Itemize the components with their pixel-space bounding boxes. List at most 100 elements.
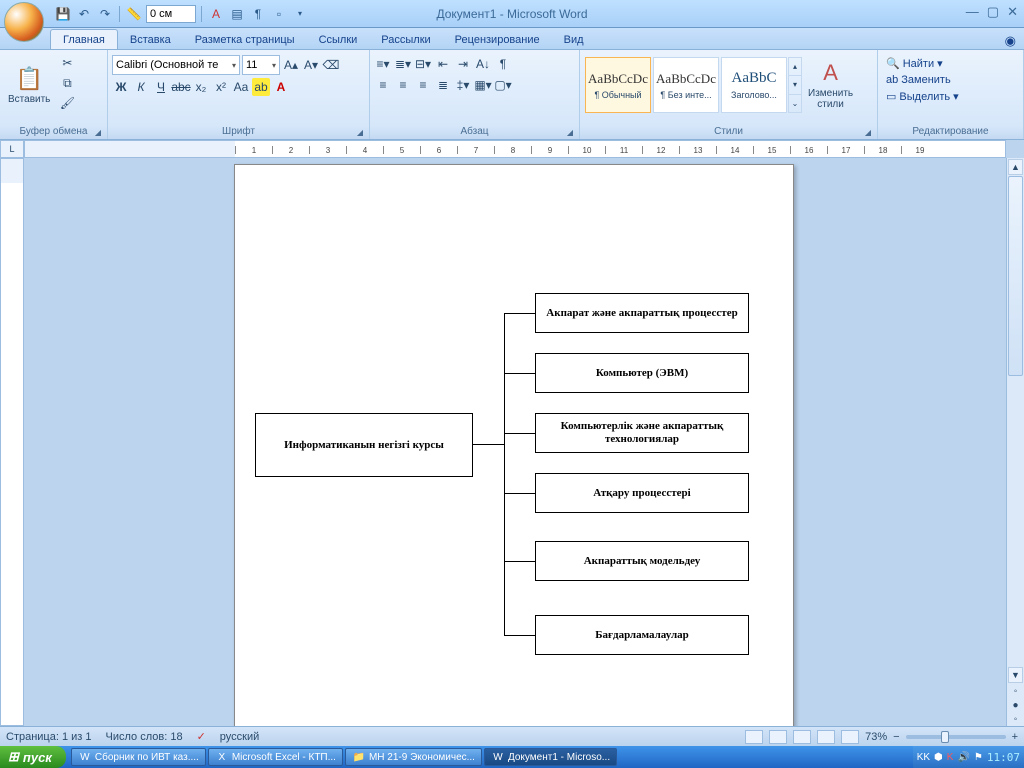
style-heading[interactable]: AaBbCЗаголово...	[721, 57, 787, 113]
ruler-corner[interactable]: L	[0, 140, 24, 158]
view-print-layout[interactable]	[745, 730, 763, 744]
change-styles-button[interactable]: A Изменить стили	[804, 52, 857, 118]
scroll-track[interactable]	[1007, 176, 1024, 666]
align-right-icon[interactable]: ≡	[414, 76, 432, 94]
style-nospacing[interactable]: AaBbCcDc¶ Без инте...	[653, 57, 719, 113]
superscript-button[interactable]: x²	[212, 78, 230, 96]
browse-object-icon[interactable]: ●	[1007, 698, 1024, 712]
tray-icon[interactable]: ⬢	[934, 752, 943, 763]
show-marks-icon[interactable]: ¶	[494, 55, 512, 73]
zoom-value[interactable]: 73%	[865, 731, 887, 743]
taskbar-item-1[interactable]: WСборник по ИВТ каз....	[71, 748, 206, 766]
zoom-thumb[interactable]	[941, 731, 949, 743]
minimize-button[interactable]: —	[966, 4, 979, 20]
diagram-child-2[interactable]: Компьютер (ЭВМ)	[535, 353, 749, 393]
launcher-icon[interactable]: ◢	[95, 128, 101, 137]
diagram-root[interactable]: Информатиканын негізгі курсы	[255, 413, 473, 477]
align-left-icon[interactable]: ≡	[374, 76, 392, 94]
bold-button[interactable]: Ж	[112, 78, 130, 96]
cut-icon[interactable]: ✂	[58, 54, 76, 72]
lang-indicator[interactable]: KK	[917, 752, 930, 763]
redo-icon[interactable]: ↷	[96, 5, 114, 23]
diagram-child-4[interactable]: Атқару процесстері	[535, 473, 749, 513]
tab-references[interactable]: Ссылки	[307, 30, 370, 49]
tab-view[interactable]: Вид	[552, 30, 596, 49]
sort-icon[interactable]: A↓	[474, 55, 492, 73]
change-case-button[interactable]: Aa	[232, 78, 250, 96]
taskbar-item-2[interactable]: XMicrosoft Excel - КТП...	[208, 748, 343, 766]
shrink-font-icon[interactable]: A▾	[302, 56, 320, 74]
grow-font-icon[interactable]: A▴	[282, 56, 300, 74]
clear-format-icon[interactable]: ⌫	[322, 56, 340, 74]
font-color-icon[interactable]: A	[207, 5, 225, 23]
gallery-scroll[interactable]: ▴▾⌄	[788, 57, 802, 113]
page-setup-icon[interactable]: ▤	[228, 5, 246, 23]
view-draft[interactable]	[841, 730, 859, 744]
numbering-icon[interactable]: ≣▾	[394, 55, 412, 73]
tray-icon[interactable]: ⚑	[974, 752, 983, 763]
launcher-icon[interactable]: ◢	[567, 128, 573, 137]
new-doc-icon[interactable]: ▫	[270, 5, 288, 23]
format-painter-icon[interactable]: 🖌	[58, 94, 76, 112]
tray-icon[interactable]: 🔊	[957, 752, 969, 763]
next-page-icon[interactable]: ◦	[1007, 712, 1024, 726]
underline-button[interactable]: Ч	[152, 78, 170, 96]
start-button[interactable]: ⊞пуск	[0, 746, 66, 768]
find-button[interactable]: 🔍Найти ▾	[884, 56, 961, 71]
scroll-thumb[interactable]	[1008, 176, 1023, 376]
view-outline[interactable]	[817, 730, 835, 744]
borders-icon[interactable]: ▢▾	[494, 76, 512, 94]
help-icon[interactable]: ◉	[1005, 33, 1016, 49]
restore-button[interactable]: ▢	[987, 4, 999, 20]
ruler-icon[interactable]: 📏	[125, 5, 143, 23]
font-size-combo[interactable]: 11▾	[242, 55, 280, 75]
clock[interactable]: 11:07	[987, 753, 1020, 762]
select-button[interactable]: ▭Выделить ▾	[884, 89, 961, 104]
justify-icon[interactable]: ≣	[434, 76, 452, 94]
taskbar-item-4[interactable]: WДокумент1 - Microso...	[484, 748, 617, 766]
tab-review[interactable]: Рецензирование	[443, 30, 552, 49]
office-button[interactable]	[4, 2, 44, 42]
launcher-icon[interactable]: ◢	[865, 128, 871, 137]
font-color-button[interactable]: A	[272, 78, 290, 96]
undo-icon[interactable]: ↶	[75, 5, 93, 23]
tab-insert[interactable]: Вставка	[118, 30, 183, 49]
diagram-child-1[interactable]: Акпарат және акпараттық процесстер	[535, 293, 749, 333]
multilevel-icon[interactable]: ⊟▾	[414, 55, 432, 73]
document-area[interactable]: Информатиканын негізгі курсы Акпарат жән…	[24, 158, 1006, 726]
close-button[interactable]: ✕	[1007, 4, 1018, 20]
pilcrow-icon[interactable]: ¶	[249, 5, 267, 23]
font-family-combo[interactable]: Calibri (Основной те▾	[112, 55, 240, 75]
zoom-slider[interactable]	[906, 735, 1006, 739]
diagram-child-3[interactable]: Компьютерлік және акпараттық технологиял…	[535, 413, 749, 453]
italic-button[interactable]: К	[132, 78, 150, 96]
tab-layout[interactable]: Разметка страницы	[183, 30, 307, 49]
subscript-button[interactable]: x₂	[192, 78, 210, 96]
status-proof-icon[interactable]: ✓	[197, 730, 206, 743]
status-page[interactable]: Страница: 1 из 1	[6, 731, 92, 743]
zoom-out-icon[interactable]: −	[893, 731, 899, 743]
prev-page-icon[interactable]: ◦	[1007, 684, 1024, 698]
replace-button[interactable]: abЗаменить	[884, 73, 961, 87]
view-web[interactable]	[793, 730, 811, 744]
measurement-field[interactable]: 0 см	[146, 5, 196, 23]
diagram-child-5[interactable]: Акпараттық модельдеу	[535, 541, 749, 581]
bullets-icon[interactable]: ≡▾	[374, 55, 392, 73]
status-language[interactable]: русский	[220, 731, 259, 743]
scroll-down-icon[interactable]: ▼	[1008, 667, 1023, 683]
tab-home[interactable]: Главная	[50, 29, 118, 49]
scroll-up-icon[interactable]: ▲	[1008, 159, 1023, 175]
tray-icon[interactable]: K	[947, 752, 954, 763]
highlight-button[interactable]: ab	[252, 78, 270, 96]
shading-icon[interactable]: ▦▾	[474, 76, 492, 94]
align-center-icon[interactable]: ≡	[394, 76, 412, 94]
style-normal[interactable]: AaBbCcDc¶ Обычный	[585, 57, 651, 113]
paste-button[interactable]: 📋 Вставить	[4, 52, 54, 118]
tab-mailings[interactable]: Рассылки	[369, 30, 442, 49]
copy-icon[interactable]: ⧉	[58, 74, 76, 92]
vertical-ruler[interactable]	[0, 158, 24, 726]
status-words[interactable]: Число слов: 18	[106, 731, 183, 743]
indent-dec-icon[interactable]: ⇤	[434, 55, 452, 73]
taskbar-item-3[interactable]: 📁МН 21-9 Экономичес...	[345, 748, 482, 766]
line-spacing-icon[interactable]: ‡▾	[454, 76, 472, 94]
